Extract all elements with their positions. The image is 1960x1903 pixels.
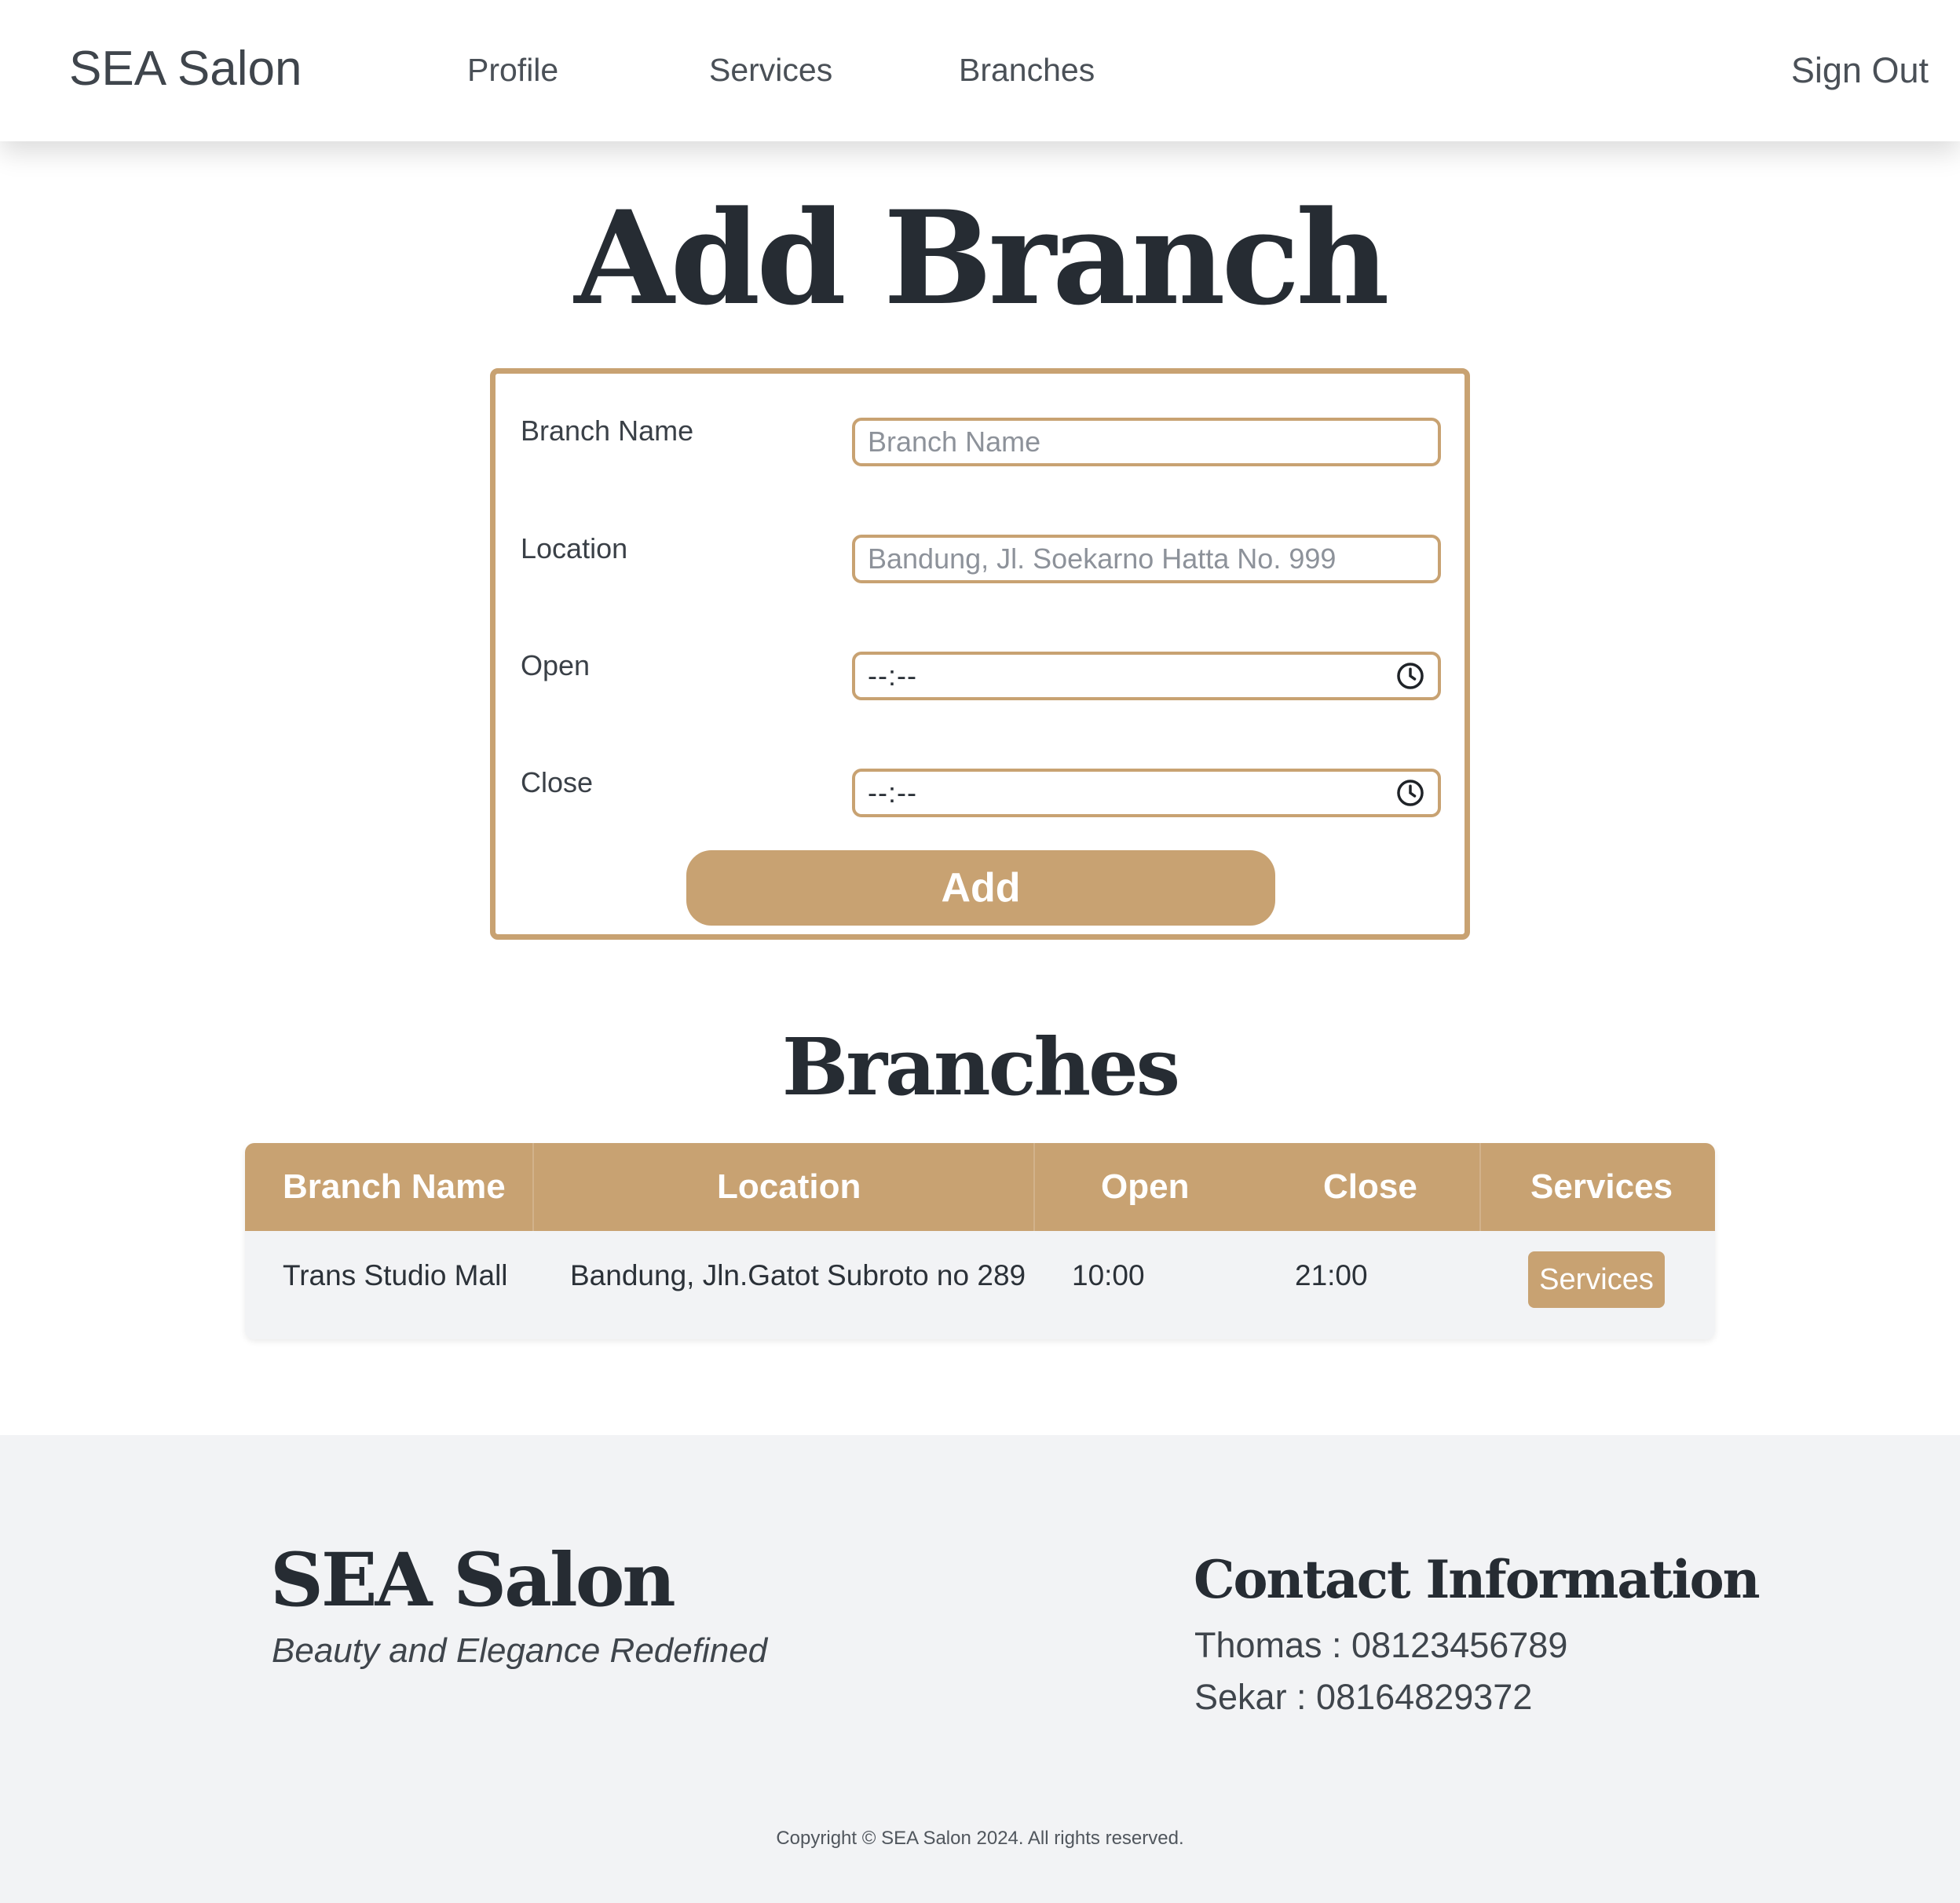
row-services-button[interactable]: Services bbox=[1528, 1251, 1665, 1308]
branch-name-input[interactable] bbox=[852, 418, 1441, 466]
clock-icon[interactable] bbox=[1395, 778, 1425, 808]
page-title: Add Branch bbox=[574, 182, 1389, 334]
open-label: Open bbox=[521, 649, 591, 681]
column-header-branch-name: Branch Name bbox=[283, 1167, 506, 1206]
brand-logo[interactable]: SEA Salon bbox=[69, 41, 302, 97]
close-time-input[interactable]: --:-- bbox=[852, 769, 1441, 817]
cell-location: Bandung, Jln.Gatot Subroto no 289 bbox=[570, 1259, 1026, 1291]
footer-tagline: Beauty and Elegance Redefined bbox=[272, 1631, 768, 1670]
open-time-input[interactable]: --:-- bbox=[852, 652, 1441, 700]
column-header-close: Close bbox=[1323, 1167, 1417, 1206]
nav-link-services[interactable]: Services bbox=[709, 52, 832, 89]
column-divider bbox=[532, 1143, 534, 1231]
close-time-value: --:-- bbox=[868, 776, 917, 809]
cell-branch-name: Trans Studio Mall bbox=[283, 1259, 508, 1291]
table-header: Branch Name Location Open Close Services bbox=[245, 1143, 1715, 1231]
column-header-services: Services bbox=[1530, 1167, 1673, 1206]
add-branch-form: Branch Name Location Open --:-- Close --… bbox=[490, 368, 1470, 940]
footer: SEA Salon Beauty and Elegance Redefined … bbox=[0, 1435, 1960, 1903]
navbar: SEA Salon Profile Services Branches Sign… bbox=[0, 0, 1960, 141]
column-header-open: Open bbox=[1101, 1167, 1190, 1206]
nav-link-profile[interactable]: Profile bbox=[467, 52, 558, 89]
copyright: Copyright © SEA Salon 2024. All rights r… bbox=[776, 1828, 1184, 1849]
location-label: Location bbox=[521, 532, 628, 564]
branches-table: Branch Name Location Open Close Services… bbox=[245, 1143, 1715, 1339]
branches-title: Branches bbox=[781, 1021, 1180, 1113]
column-header-location: Location bbox=[717, 1167, 861, 1206]
sign-out-link[interactable]: Sign Out bbox=[1791, 50, 1929, 91]
contact-title: Contact Information bbox=[1194, 1549, 1761, 1610]
location-input[interactable] bbox=[852, 535, 1441, 583]
clock-icon[interactable] bbox=[1395, 661, 1425, 691]
column-divider bbox=[1033, 1143, 1035, 1231]
contact-item: Sekar : 08164829372 bbox=[1194, 1677, 1533, 1717]
open-time-value: --:-- bbox=[868, 659, 917, 692]
column-divider bbox=[1479, 1143, 1481, 1231]
branch-name-label: Branch Name bbox=[521, 415, 694, 447]
add-branch-button[interactable]: Add bbox=[686, 850, 1275, 926]
nav-link-branches[interactable]: Branches bbox=[959, 52, 1095, 89]
contact-item: Thomas : 08123456789 bbox=[1194, 1625, 1568, 1665]
close-label: Close bbox=[521, 766, 594, 798]
cell-close: 21:00 bbox=[1295, 1259, 1368, 1291]
footer-brand: SEA Salon bbox=[270, 1537, 676, 1624]
cell-open: 10:00 bbox=[1072, 1259, 1145, 1291]
